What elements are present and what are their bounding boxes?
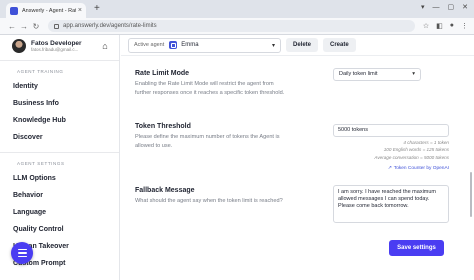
- lock-icon: [54, 23, 59, 29]
- forward-icon[interactable]: →: [18, 22, 30, 31]
- delete-button[interactable]: Delete: [286, 38, 319, 52]
- reload-icon[interactable]: ↻: [30, 22, 42, 31]
- rate-limit-value: Daily token limit: [339, 71, 378, 77]
- token-counter-link[interactable]: ↗ Token Counter by OpenAI: [333, 166, 449, 171]
- rate-limit-title: Rate Limit Mode: [135, 70, 190, 77]
- token-stat: Average conversation = 5000 tokens: [374, 154, 449, 160]
- rate-limit-description: Enabling the Rate Limit Mode will restri…: [135, 81, 285, 96]
- bookmark-star-icon[interactable]: ☆: [423, 22, 429, 30]
- scrollbar-thumb[interactable]: [470, 172, 472, 217]
- menu-dots-icon[interactable]: ⋮: [461, 22, 468, 30]
- tab-search-icon[interactable]: ▾: [421, 3, 425, 11]
- hamburger-line: [17, 255, 27, 258]
- sidebar-item-language[interactable]: Language: [0, 204, 119, 221]
- token-stat: 4 characters = 1 token: [403, 140, 449, 145]
- profile-name: Fatos Developer: [31, 40, 82, 47]
- token-threshold-input[interactable]: 5000 tokens: [333, 124, 449, 137]
- profile-icon[interactable]: ●: [450, 22, 454, 30]
- save-settings-button[interactable]: Save settings: [389, 240, 444, 256]
- sidebar-item-behavior[interactable]: Behavior: [0, 187, 119, 204]
- answerly-favicon-icon: [10, 6, 18, 15]
- new-tab-button[interactable]: +: [94, 3, 100, 15]
- fallback-message-textarea[interactable]: I am sorry. I have reached the maximum a…: [333, 185, 449, 223]
- agent-toolbar: Active agent Emma ▾ Delete Create: [121, 35, 474, 56]
- home-icon[interactable]: ⌂: [98, 39, 112, 53]
- token-stat: 100 English words = 125 tokens: [383, 147, 449, 153]
- token-threshold-title: Token Threshold: [135, 123, 191, 130]
- profile-info: Fatos Developer fatos.fribadu@gmail.c...: [31, 40, 82, 52]
- tab-title: Answerly - Agent - Rate Limit: [22, 7, 76, 14]
- maximize-icon[interactable]: ▢: [448, 3, 455, 11]
- rate-limit-select[interactable]: Daily token limit ▾: [333, 68, 421, 81]
- extensions-icon[interactable]: ◧: [436, 22, 443, 30]
- sidebar-item-identity[interactable]: Identity: [0, 78, 119, 95]
- sidebar-item-llm-options[interactable]: LLM Options: [0, 170, 119, 187]
- close-window-icon[interactable]: ✕: [462, 3, 468, 11]
- chevron-down-icon: ▾: [271, 42, 275, 49]
- create-button[interactable]: Create: [323, 38, 356, 52]
- section-label-settings: AGENT SETTINGS: [17, 161, 65, 166]
- fallback-title: Fallback Message: [135, 187, 195, 194]
- divider: [0, 152, 119, 153]
- tab-close-icon[interactable]: ×: [78, 7, 82, 14]
- url-text: app.answerly.dev/agents/rate-limits: [63, 23, 157, 29]
- hamburger-line: [17, 252, 27, 254]
- agent-name: Emma: [181, 42, 199, 48]
- sidebar-item-knowledge-hub[interactable]: Knowledge Hub: [0, 112, 119, 129]
- browser-tab[interactable]: Answerly - Agent - Rate Limit ×: [6, 3, 86, 18]
- scrollbar[interactable]: [469, 57, 472, 277]
- profile-email: fatos.fribadu@gmail.c...: [31, 47, 79, 52]
- back-icon[interactable]: ←: [6, 22, 18, 31]
- fallback-description: What should the agent say when the token…: [135, 198, 283, 204]
- url-field[interactable]: app.answerly.dev/agents/rate-limits: [48, 20, 415, 32]
- window-controls: ▾ — ▢ ✕: [421, 3, 468, 12]
- app: Fatos Developer fatos.fribadu@gmail.c...…: [0, 35, 474, 280]
- token-counter-link-label: Token Counter by OpenAI: [393, 166, 449, 171]
- avatar: [12, 39, 26, 53]
- section-label-training: AGENT TRAINING: [17, 69, 64, 74]
- token-threshold-description: Please define the maximum number of toke…: [135, 134, 280, 149]
- sidebar-item-discover[interactable]: Discover: [0, 129, 119, 146]
- external-link-icon: ↗: [387, 166, 392, 171]
- chevron-down-icon: ▾: [412, 71, 415, 77]
- address-bar: ← → ↻ app.answerly.dev/agents/rate-limit…: [0, 18, 474, 35]
- agent-logo-icon: [169, 41, 178, 49]
- menu-fab-button[interactable]: [11, 242, 33, 264]
- divider: [0, 60, 119, 61]
- agent-label: Active agent: [134, 42, 165, 48]
- browser-tab-bar: Answerly - Agent - Rate Limit × + ▾ — ▢ …: [0, 0, 474, 18]
- agent-selector[interactable]: Active agent Emma ▾: [128, 37, 281, 53]
- minimize-icon[interactable]: —: [433, 4, 440, 11]
- token-stats: 4 characters = 1 token 100 English words…: [333, 139, 449, 161]
- hamburger-icon: [17, 248, 27, 251]
- browser-actions: ☆ ◧ ● ⋮: [423, 22, 468, 30]
- sidebar-item-business-info[interactable]: Business Info: [0, 95, 119, 112]
- main-content: Active agent Emma ▾ Delete Create Rate L…: [121, 35, 474, 280]
- sidebar-item-quality-control[interactable]: Quality Control: [0, 221, 119, 238]
